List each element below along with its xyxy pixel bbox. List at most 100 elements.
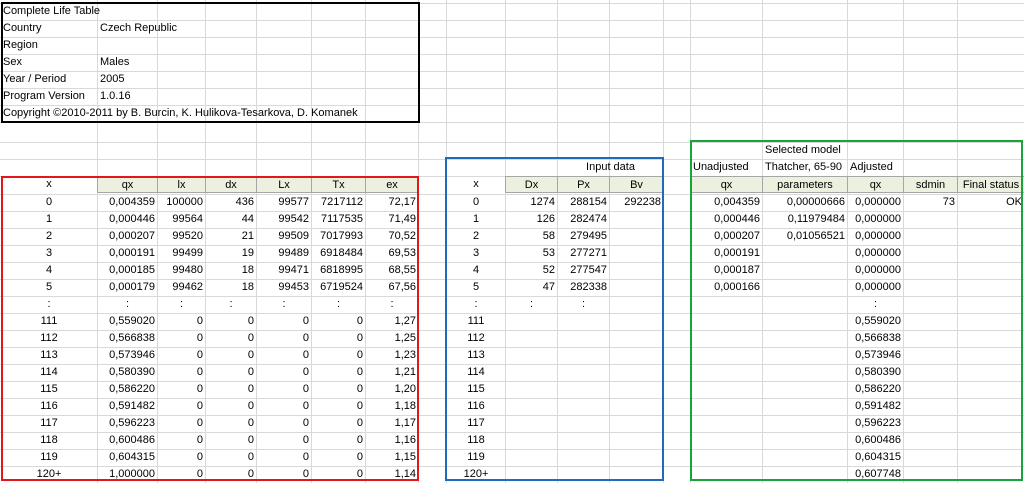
model-cell[interactable] — [762, 449, 848, 466]
age-cell[interactable]: : — [0, 296, 98, 313]
input-data-cell[interactable] — [609, 313, 664, 330]
input-data-cell[interactable] — [505, 313, 558, 330]
model-cell[interactable]: 0,604315 — [847, 449, 904, 466]
age-cell[interactable]: 115 — [0, 381, 98, 398]
life-table-cell[interactable]: 99520 — [157, 228, 206, 245]
age-cell[interactable]: 2 — [0, 228, 98, 245]
input-data-cell[interactable] — [505, 364, 558, 381]
life-table-cell[interactable]: 69,53 — [365, 245, 419, 262]
life-table-cell[interactable]: : — [256, 296, 312, 313]
input-age-cell[interactable]: 111 — [446, 313, 506, 330]
input-age-cell[interactable]: 112 — [446, 330, 506, 347]
input-data-cell[interactable] — [505, 381, 558, 398]
model-cell[interactable] — [690, 313, 763, 330]
input-data-cell[interactable] — [609, 279, 664, 296]
life-table-cell[interactable]: 0 — [256, 381, 312, 398]
input-data-cell[interactable] — [557, 381, 610, 398]
life-table-cell[interactable]: 0 — [311, 415, 366, 432]
life-table-cell[interactable]: 0 — [311, 381, 366, 398]
age-cell[interactable]: 114 — [0, 364, 98, 381]
model-cell[interactable] — [957, 381, 1024, 398]
input-column-header-px[interactable]: Px — [557, 176, 610, 193]
model-cell[interactable]: 0,559020 — [847, 313, 904, 330]
life-table-cell[interactable]: 99489 — [256, 245, 312, 262]
life-table-cell[interactable]: 70,52 — [365, 228, 419, 245]
life-table-cell[interactable]: 6719524 — [311, 279, 366, 296]
input-data-cell[interactable]: 292238 — [609, 194, 664, 211]
life-table-cell[interactable]: : — [157, 296, 206, 313]
life-table-cell[interactable]: 0,000179 — [97, 279, 158, 296]
model-cell[interactable]: 0,000187 — [690, 262, 763, 279]
model-cell[interactable]: : — [847, 296, 904, 313]
model-cell[interactable] — [903, 432, 958, 449]
input-data-cell[interactable] — [609, 415, 664, 432]
input-column-header-x[interactable]: x — [446, 176, 506, 193]
life-table-cell[interactable]: 436 — [205, 194, 257, 211]
life-table-cell[interactable]: 0,580390 — [97, 364, 158, 381]
input-data-cell[interactable]: 53 — [505, 245, 558, 262]
life-table-cell[interactable]: 1,18 — [365, 398, 419, 415]
life-table-cell[interactable]: 0,000185 — [97, 262, 158, 279]
column-header-dx[interactable]: dx — [205, 176, 257, 193]
input-age-cell[interactable]: 117 — [446, 415, 506, 432]
model-cell[interactable]: 0,000000 — [847, 279, 904, 296]
input-data-cell[interactable] — [609, 449, 664, 466]
model-cell[interactable]: 0,000166 — [690, 279, 763, 296]
input-age-cell[interactable]: : — [446, 296, 506, 313]
life-table-cell[interactable]: 7117535 — [311, 211, 366, 228]
life-table-cell[interactable]: 0 — [256, 364, 312, 381]
model-cell[interactable] — [957, 449, 1024, 466]
life-table-cell[interactable]: 0 — [205, 381, 257, 398]
model-cell[interactable] — [762, 364, 848, 381]
model-cell[interactable]: 0,580390 — [847, 364, 904, 381]
input-data-cell[interactable]: 279495 — [557, 228, 610, 245]
life-table-cell[interactable]: 18 — [205, 279, 257, 296]
model-cell[interactable]: 0,607748 — [847, 466, 904, 483]
info-value[interactable]: Males — [97, 54, 257, 71]
age-cell[interactable]: 111 — [0, 313, 98, 330]
life-table-cell[interactable]: 44 — [205, 211, 257, 228]
model-cell[interactable]: 0,01056521 — [762, 228, 848, 245]
life-table-cell[interactable]: 100000 — [157, 194, 206, 211]
model-cell[interactable] — [957, 415, 1024, 432]
model-cell[interactable] — [690, 364, 763, 381]
input-data-cell[interactable] — [609, 347, 664, 364]
input-data-cell[interactable]: 1274 — [505, 194, 558, 211]
model-cell[interactable] — [903, 279, 958, 296]
life-table-cell[interactable]: 7017993 — [311, 228, 366, 245]
model-cell[interactable]: 0,573946 — [847, 347, 904, 364]
life-table-cell[interactable]: 1,000000 — [97, 466, 158, 483]
model-cell[interactable] — [957, 279, 1024, 296]
input-data-cell[interactable] — [609, 211, 664, 228]
life-table-cell[interactable]: 1,21 — [365, 364, 419, 381]
input-data-cell[interactable]: 277547 — [557, 262, 610, 279]
life-table-cell[interactable]: 0 — [157, 432, 206, 449]
model-cell[interactable]: 0,000191 — [690, 245, 763, 262]
life-table-cell[interactable]: 0,586220 — [97, 381, 158, 398]
life-table-cell[interactable]: : — [365, 296, 419, 313]
life-table-cell[interactable]: 0 — [311, 449, 366, 466]
age-cell[interactable]: 118 — [0, 432, 98, 449]
input-age-cell[interactable]: 1 — [446, 211, 506, 228]
column-header-ex[interactable]: ex — [365, 176, 419, 193]
input-data-cell[interactable] — [609, 228, 664, 245]
life-table-cell[interactable]: 0,000191 — [97, 245, 158, 262]
life-table-cell[interactable]: 0,566838 — [97, 330, 158, 347]
life-table-cell[interactable]: 1,23 — [365, 347, 419, 364]
life-table-cell[interactable]: 6818995 — [311, 262, 366, 279]
life-table-cell[interactable]: 0 — [205, 415, 257, 432]
input-data-cell[interactable] — [609, 330, 664, 347]
column-header-lx[interactable]: lx — [157, 176, 206, 193]
age-cell[interactable]: 120+ — [0, 466, 98, 483]
model-cell[interactable]: 0,000000 — [847, 228, 904, 245]
input-data-cell[interactable] — [557, 466, 610, 483]
input-age-cell[interactable]: 2 — [446, 228, 506, 245]
life-table-cell[interactable]: 6918484 — [311, 245, 366, 262]
model-cell[interactable] — [690, 398, 763, 415]
input-data-cell[interactable] — [609, 398, 664, 415]
life-table-cell[interactable]: 18 — [205, 262, 257, 279]
life-table-cell[interactable]: 0 — [256, 466, 312, 483]
column-header-lx[interactable]: Lx — [256, 176, 312, 193]
input-data-cell[interactable] — [505, 398, 558, 415]
model-cell[interactable] — [903, 313, 958, 330]
